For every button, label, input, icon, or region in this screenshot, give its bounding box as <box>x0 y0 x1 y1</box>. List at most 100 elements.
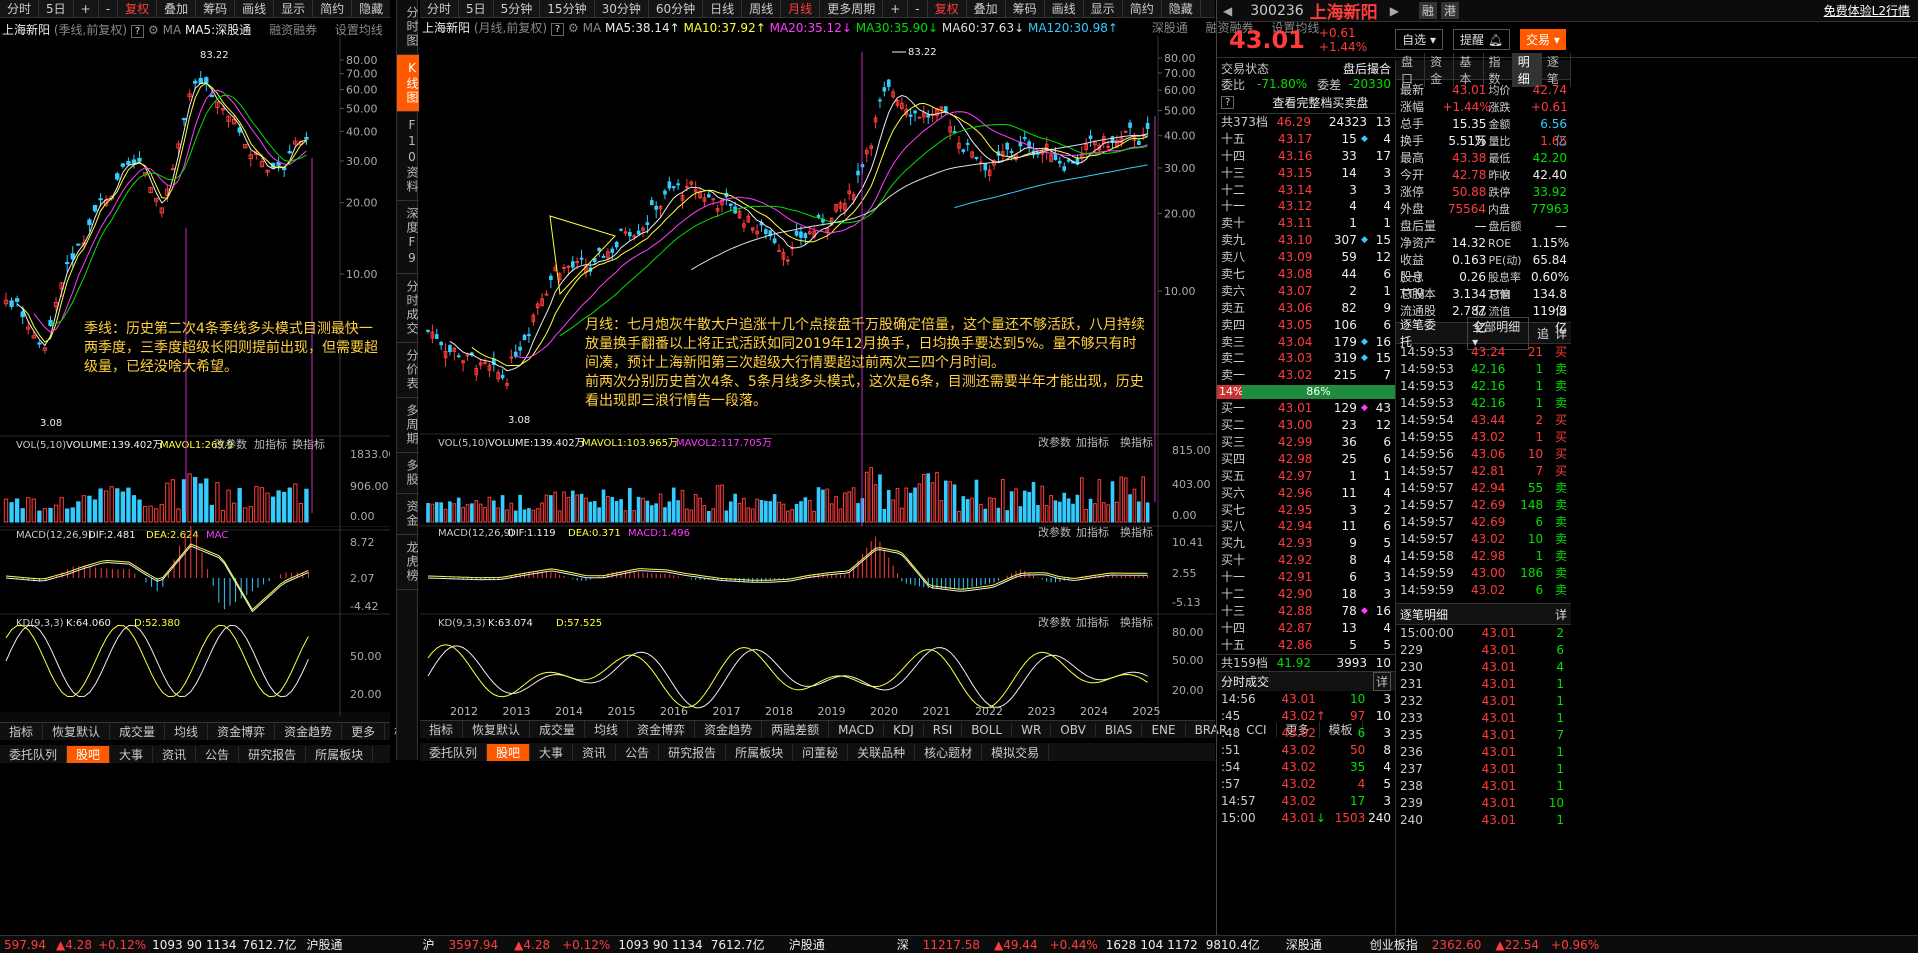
side-tab-9[interactable]: 龙虎榜 <box>397 535 419 590</box>
left-info-tab-6[interactable]: 所属板块 <box>306 745 374 763</box>
ask-level[interactable]: 卖四 43.05 106 6 <box>1221 317 1391 334</box>
add-watchlist-button[interactable]: 自选 ▾ <box>1395 29 1443 50</box>
left-toolbar-btn-3[interactable]: - <box>99 0 119 17</box>
left-toolbar-btn-8[interactable]: 显示 <box>274 0 314 17</box>
left-indicator-tab-6[interactable]: 更多 <box>342 723 386 740</box>
period-btn-15[interactable]: 画线 <box>1045 0 1084 17</box>
indicator-tab-6[interactable]: 两融差额 <box>762 721 830 738</box>
bid-level[interactable]: 十五 42.86 5 5 <box>1221 637 1391 654</box>
period-btn-4[interactable]: 30分钟 <box>595 0 649 17</box>
info-tab-1[interactable]: 股吧 <box>487 743 531 761</box>
ask-level[interactable]: 卖一 43.02 215 7 <box>1221 367 1391 384</box>
period-btn-9[interactable]: 更多周期 <box>820 0 884 17</box>
info-tab-4[interactable]: 公告 <box>616 743 660 761</box>
period-btn-12[interactable]: 复权 <box>928 0 967 17</box>
bid-level[interactable]: 买一 43.01 129 ◆ 43 <box>1221 400 1391 417</box>
indicator-tab-14[interactable]: ENE <box>1142 722 1186 737</box>
bid-level[interactable]: 十二 42.90 18 3 <box>1221 586 1391 603</box>
period-btn-11[interactable]: - <box>908 0 928 17</box>
period-btn-13[interactable]: 叠加 <box>967 0 1006 17</box>
left-info-tab-3[interactable]: 资讯 <box>153 745 197 763</box>
l2-trial-link[interactable]: 免费体验L2行情 <box>1824 2 1910 19</box>
trade-button[interactable]: 交易 ▾ <box>1520 29 1566 50</box>
side-tab-4[interactable]: 分时成交 <box>397 274 419 343</box>
side-tab-1[interactable]: K线图 <box>397 55 419 112</box>
left-toolbar-btn-7[interactable]: 画线 <box>235 0 275 17</box>
left-toolbar-btn-0[interactable]: 分时 <box>0 0 40 17</box>
side-tab-6[interactable]: 多周期 <box>397 398 419 453</box>
side-tab-2[interactable]: F10资料 <box>397 112 419 201</box>
indicator-tab-0[interactable]: 指标 <box>420 721 464 738</box>
gear-icon[interactable]: ⚙ <box>148 23 159 37</box>
side-tab-3[interactable]: 深度F9 <box>397 201 419 274</box>
bid-level[interactable]: 买五 42.97 1 1 <box>1221 468 1391 485</box>
left-info-tab-5[interactable]: 研究报告 <box>239 745 307 763</box>
indicator-tab-12[interactable]: OBV <box>1051 722 1096 737</box>
rzrq-link[interactable]: 融资融券 <box>269 23 317 37</box>
period-btn-10[interactable]: + <box>883 0 909 17</box>
next-stock-icon[interactable]: ▶ <box>1390 4 1399 18</box>
ask-level[interactable]: 卖九 43.10 307 ◆ 15 <box>1221 232 1391 249</box>
bid-level[interactable]: 买四 42.98 25 6 <box>1221 451 1391 468</box>
indicator-tab-13[interactable]: BIAS <box>1096 722 1143 737</box>
help-icon[interactable]: ? <box>130 25 145 38</box>
info-tab-0[interactable]: 委托队列 <box>420 743 488 761</box>
ask-level[interactable]: 十二 43.14 3 3 <box>1221 182 1391 199</box>
left-indicator-tab-3[interactable]: 均线 <box>165 723 209 740</box>
bid-level[interactable]: 买十 42.92 8 4 <box>1221 552 1391 569</box>
left-info-tab-2[interactable]: 大事 <box>110 745 154 763</box>
ask-level[interactable]: 卖六 43.07 2 1 <box>1221 283 1391 300</box>
left-indicator-tab-4[interactable]: 资金博弈 <box>208 723 276 740</box>
indicator-tab-7[interactable]: MACD <box>829 722 885 737</box>
ask-level[interactable]: 卖八 43.09 59 12 <box>1221 249 1391 266</box>
bid-level[interactable]: 买六 42.96 11 4 <box>1221 485 1391 502</box>
side-tab-7[interactable]: 多股 <box>397 453 419 494</box>
info-tab-3[interactable]: 资讯 <box>573 743 617 761</box>
zhubi-detail-button[interactable]: 详 <box>1555 325 1567 342</box>
info-tab-9[interactable]: 核心题材 <box>915 743 983 761</box>
prev-stock-icon[interactable]: ◀ <box>1223 4 1232 18</box>
info-tab-5[interactable]: 研究报告 <box>659 743 727 761</box>
period-btn-16[interactable]: 显示 <box>1084 0 1123 17</box>
info-tab-7[interactable]: 问董秘 <box>793 743 849 761</box>
bid-level[interactable]: 买九 42.93 9 5 <box>1221 535 1391 552</box>
left-toolbar-btn-10[interactable]: 隐藏 <box>352 0 390 17</box>
period-btn-14[interactable]: 筹码 <box>1006 0 1045 17</box>
bid-level[interactable]: 十三 42.88 78 ◆ 16 <box>1221 603 1391 620</box>
help-icon[interactable]: ? <box>1221 96 1235 109</box>
bid-level[interactable]: 买二 43.00 23 12 <box>1221 417 1391 434</box>
period-btn-5[interactable]: 60分钟 <box>649 0 704 17</box>
sgt2-label[interactable]: 深股通 <box>1286 936 1322 953</box>
ask-level[interactable]: 十三 43.15 14 3 <box>1221 165 1391 182</box>
period-btn-6[interactable]: 日线 <box>703 0 743 17</box>
ask-level[interactable]: 十四 43.16 33 17 <box>1221 148 1391 165</box>
sgt-link[interactable]: 深股通 <box>1152 21 1188 35</box>
left-info-tab-0[interactable]: 委托队列 <box>0 745 68 763</box>
left-info-tab-4[interactable]: 公告 <box>196 745 240 763</box>
period-btn-7[interactable]: 周线 <box>742 0 782 17</box>
indicator-tab-2[interactable]: 成交量 <box>530 721 586 738</box>
indicator-tab-9[interactable]: RSI <box>924 722 963 737</box>
ask-level[interactable]: 卖二 43.03 319 ◆ 15 <box>1221 350 1391 367</box>
sgt-label[interactable]: 沪股通 <box>307 936 343 953</box>
info-tab-8[interactable]: 关联品种 <box>848 743 916 761</box>
gear-icon[interactable]: ⚙ <box>568 21 579 35</box>
bid-level[interactable]: 买七 42.95 3 2 <box>1221 502 1391 519</box>
bid-level[interactable]: 买八 42.94 11 6 <box>1221 518 1391 535</box>
left-toolbar-btn-2[interactable]: + <box>74 0 99 17</box>
zhubi-follow-button[interactable]: 追 <box>1537 325 1549 342</box>
bid-level[interactable]: 买三 42.99 36 6 <box>1221 434 1391 451</box>
indicator-tab-4[interactable]: 资金博弈 <box>628 721 696 738</box>
badge-rong[interactable]: 融 <box>1418 2 1437 19</box>
period-btn-3[interactable]: 15分钟 <box>540 0 595 17</box>
hgt-label[interactable]: 沪股通 <box>789 936 825 953</box>
period-btn-0[interactable]: 分时 <box>420 0 460 17</box>
left-indicator-tab-2[interactable]: 成交量 <box>110 723 166 740</box>
left-toolbar-btn-4[interactable]: 复权 <box>118 0 158 17</box>
ask-level[interactable]: 卖三 43.04 179 ◆ 16 <box>1221 334 1391 351</box>
info-tab-10[interactable]: 模拟交易 <box>982 743 1050 761</box>
indicator-tab-1[interactable]: 恢复默认 <box>463 721 531 738</box>
zbmx-detail-button[interactable]: 详 <box>1555 606 1567 623</box>
info-tab-6[interactable]: 所属板块 <box>726 743 794 761</box>
side-tab-8[interactable]: 资金 <box>397 494 419 535</box>
